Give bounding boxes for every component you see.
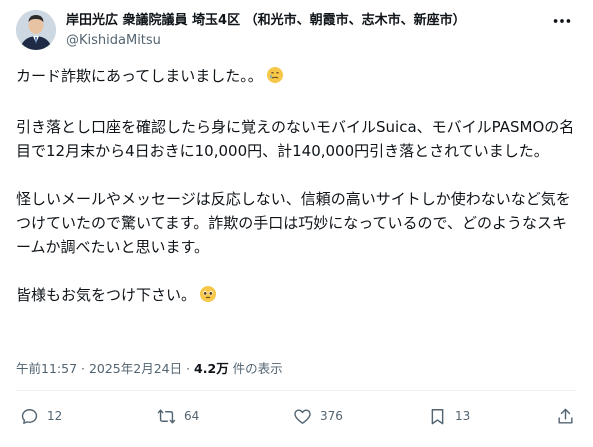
bookmark-count: 13 [455, 409, 471, 423]
repost-icon [157, 408, 176, 424]
author-name[interactable]: 岸田光広 衆議院議員 埼玉4区 （和光市、朝霞市、志木市、新座市） [66, 12, 516, 29]
divider [16, 390, 577, 391]
post-paragraph-2: 引き落とし口座を確認したら身に覚えのないモバイルSuica、モバイルPASMOの… [16, 118, 575, 160]
bookmark-button[interactable]: 13 [428, 404, 470, 428]
meta-separator: · [77, 361, 89, 376]
post-text: カード詐欺にあってしまいました。。 引き落とし口座を確認したら身に覚えのないモバ… [16, 64, 576, 310]
post-date[interactable]: 2025年2月24日 [89, 361, 182, 376]
share-button[interactable] [556, 404, 575, 428]
like-button[interactable]: 376 [293, 404, 343, 428]
post-header: 岸田光広 衆議院議員 埼玉4区 （和光市、朝霞市、志木市、新座市） @Kishi… [14, 8, 579, 54]
views-count[interactable]: 4.2万 [194, 361, 229, 376]
repost-count: 64 [184, 409, 200, 423]
post-paragraph-3: 怪しいメールやメッセージは反応しない、信頼の高いサイトしか使わないなど気をつけて… [16, 190, 571, 256]
action-bar: 12 64 376 13 [20, 404, 576, 436]
post-line-1: カード詐欺にあってしまいました。。 [16, 64, 576, 91]
post-line-4: 皆様もお気をつけ下さい。 [16, 283, 576, 310]
post-line-4-text: 皆様もお気をつけ下さい。 [16, 286, 197, 304]
post-meta: 午前11:57 · 2025年2月24日 · 4.2万 件の表示 [16, 358, 283, 377]
face-holding-back-tears-icon [266, 66, 284, 91]
avatar[interactable] [16, 10, 56, 50]
heart-icon [294, 408, 311, 424]
like-count: 376 [320, 409, 343, 423]
post-line-1-text: カード詐欺にあってしまいました。。 [16, 67, 263, 85]
bookmark-icon [431, 408, 444, 424]
avatar-photo [16, 10, 56, 50]
post-detail: 岸田光広 衆議院議員 埼玉4区 （和光市、朝霞市、志木市、新座市） @Kishi… [0, 0, 593, 447]
more-options-icon[interactable] [551, 10, 575, 34]
meta-separator: · [182, 361, 195, 376]
repost-button[interactable]: 64 [157, 404, 199, 428]
pleading-face-icon [199, 285, 217, 310]
share-icon [558, 408, 573, 424]
post-time[interactable]: 午前11:57 [16, 361, 77, 376]
reply-count: 12 [47, 409, 63, 423]
reply-icon [21, 408, 38, 424]
reply-button[interactable]: 12 [20, 404, 62, 428]
views-label[interactable]: 件の表示 [229, 361, 283, 376]
author-handle[interactable]: @KishidaMitsu [66, 32, 161, 49]
